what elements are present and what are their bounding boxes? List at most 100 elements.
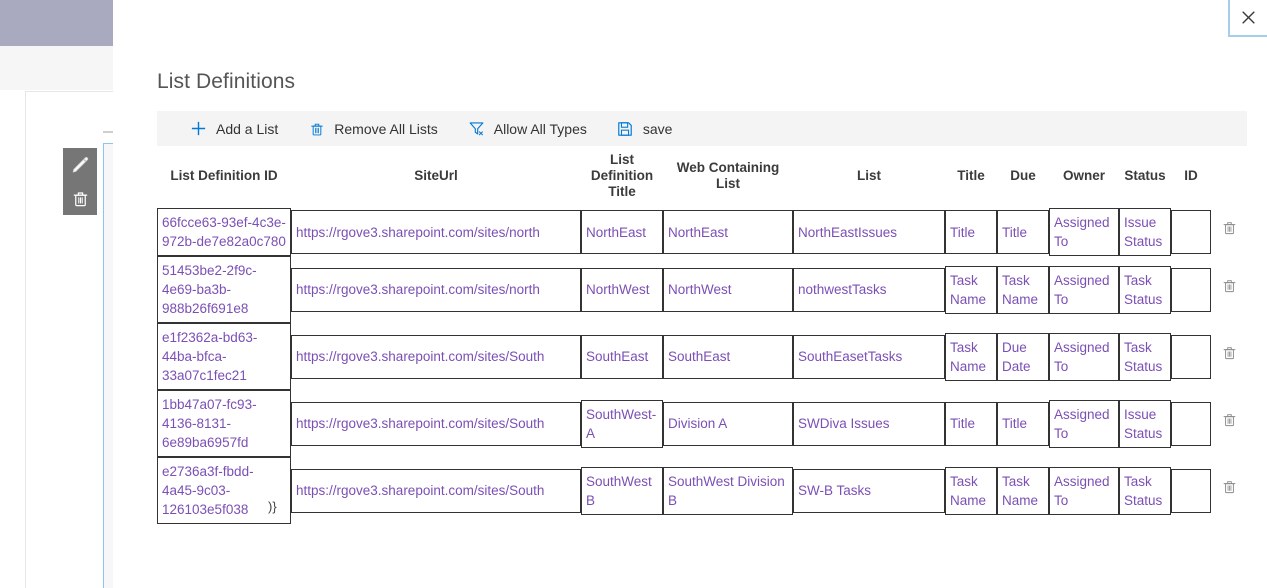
trash-icon[interactable] [71, 189, 90, 208]
title-input[interactable]: Task Name [945, 466, 997, 515]
allow-all-types-label: Allow All Types [493, 120, 587, 137]
id-input[interactable] [1171, 468, 1211, 513]
delete-row-button[interactable] [1214, 335, 1244, 379]
owner-input[interactable]: Assigned To [1049, 332, 1119, 381]
column-header-list-definition-title: List Definition Title [590, 152, 654, 199]
cell-status: Task Status [1119, 323, 1171, 390]
delete-row-button[interactable] [1214, 268, 1244, 312]
due-input[interactable]: Title [997, 401, 1049, 446]
remove-all-lists-label: Remove All Lists [334, 120, 438, 137]
owner-input[interactable]: Assigned To [1049, 466, 1119, 515]
web-containing-list-input[interactable]: NorthEast [663, 210, 793, 254]
cell-web-containing-list: SouthWest Division B [663, 457, 793, 524]
cell-actions [1211, 390, 1247, 457]
owner-input[interactable]: Assigned To [1049, 265, 1119, 314]
save-button[interactable]: save [602, 111, 688, 146]
cell-list-definition-title: NorthWest [581, 256, 663, 323]
status-input[interactable]: Task Status [1119, 466, 1171, 515]
list-definition-id-input[interactable]: 51453be2-2f9c-4e69-ba3b-988b26f691e8 [157, 256, 291, 323]
background-hover-toolbar[interactable] [63, 148, 97, 215]
column-header-due: Due [1010, 168, 1036, 183]
cell-site-url: https://rgove3.sharepoint.com/sites/Sout… [291, 457, 581, 524]
id-input[interactable] [1171, 210, 1211, 254]
trailing-text: )} [268, 499, 277, 514]
title-input[interactable]: Title [945, 401, 997, 446]
due-input[interactable]: Due Date [997, 332, 1049, 381]
cell-owner: Assigned To [1049, 390, 1119, 457]
cell-list: SouthEasetTasks [793, 323, 945, 390]
trash-icon [1223, 222, 1235, 235]
list-definition-title-input[interactable]: SouthWest-A [581, 399, 663, 448]
trash-icon [1223, 346, 1235, 359]
table-row: e2736a3f-fbdd-4a45-9c03-126103e5f038 http… [157, 457, 1247, 524]
title-input[interactable]: Task Name [945, 265, 997, 314]
site-url-input[interactable]: https://rgove3.sharepoint.com/sites/Sout… [291, 401, 581, 446]
status-input[interactable]: Task Status [1119, 332, 1171, 381]
list-input[interactable]: SWDiva Issues [793, 401, 945, 446]
cell-id [1171, 457, 1211, 524]
table-row: 1bb47a07-fc93-4136-8131-6e89ba6957fd http… [157, 390, 1247, 457]
id-input[interactable] [1171, 334, 1211, 379]
list-definition-title-input[interactable]: SouthEast [581, 334, 663, 379]
site-url-input[interactable]: https://rgove3.sharepoint.com/sites/nort… [291, 267, 581, 312]
id-input[interactable] [1171, 267, 1211, 312]
add-a-list-button[interactable]: Add a List [157, 111, 293, 146]
delete-row-button[interactable] [1214, 402, 1244, 446]
cell-site-url: https://rgove3.sharepoint.com/sites/nort… [291, 208, 581, 256]
title-input[interactable]: Task Name [945, 332, 997, 381]
close-button[interactable] [1228, 0, 1267, 37]
cell-site-url: https://rgove3.sharepoint.com/sites/nort… [291, 256, 581, 323]
column-header-title: Title [957, 168, 985, 183]
cell-list: SW-B Tasks [793, 457, 945, 524]
list-definitions-table: List Definition ID SiteUrl List Definiti… [157, 152, 1247, 524]
site-url-input[interactable]: https://rgove3.sharepoint.com/sites/nort… [291, 210, 581, 254]
list-definition-id-input[interactable]: 66fcce63-93ef-4c3e-972b-de7e82a0c780 [157, 208, 291, 256]
title-input[interactable]: Title [945, 210, 997, 254]
allow-all-types-button[interactable]: Allow All Types [453, 111, 602, 146]
status-input[interactable]: Issue Status [1119, 208, 1171, 256]
list-input[interactable]: SouthEasetTasks [793, 334, 945, 379]
list-input[interactable]: nothwestTasks [793, 267, 945, 312]
cell-list-definition-title: SouthWest B [581, 457, 663, 524]
pencil-icon[interactable] [71, 155, 90, 174]
web-containing-list-input[interactable]: Division A [663, 401, 793, 446]
trash-icon [1223, 413, 1235, 426]
site-url-input[interactable]: https://rgove3.sharepoint.com/sites/Sout… [291, 468, 581, 513]
command-bar: Add a List Remove All Lists Allow All Ty… [157, 111, 1247, 146]
list-definition-id-input[interactable]: e1f2362a-bd63-44ba-bfca-33a07c1fec21 [157, 323, 291, 390]
due-input[interactable]: Task Name [997, 265, 1049, 314]
cell-actions [1211, 323, 1247, 390]
site-url-input[interactable]: https://rgove3.sharepoint.com/sites/Sout… [291, 334, 581, 379]
status-input[interactable]: Task Status [1119, 265, 1171, 314]
list-definition-id-input[interactable]: 1bb47a07-fc93-4136-8131-6e89ba6957fd [157, 390, 291, 457]
list-definition-title-input[interactable]: NorthEast [581, 210, 663, 254]
list-definition-title-input[interactable]: NorthWest [581, 267, 663, 312]
list-input[interactable]: NorthEastIssues [793, 210, 945, 254]
delete-row-button[interactable] [1214, 469, 1244, 513]
web-containing-list-input[interactable]: SouthEast [663, 334, 793, 379]
list-definition-title-input[interactable]: SouthWest B [581, 466, 663, 515]
table-row: 66fcce63-93ef-4c3e-972b-de7e82a0c780 http… [157, 208, 1247, 256]
due-input[interactable]: Title [997, 210, 1049, 254]
cell-title: Task Name [945, 457, 997, 524]
cell-web-containing-list: SouthEast [663, 323, 793, 390]
trash-icon [1223, 279, 1235, 292]
status-input[interactable]: Issue Status [1119, 399, 1171, 448]
cell-due: Title [997, 208, 1049, 256]
web-containing-list-input[interactable]: SouthWest Division B [663, 466, 793, 515]
id-input[interactable] [1171, 401, 1211, 446]
cell-actions [1211, 457, 1247, 524]
list-input[interactable]: SW-B Tasks [793, 468, 945, 513]
cell-id [1171, 208, 1211, 256]
remove-all-lists-button[interactable]: Remove All Lists [293, 111, 452, 146]
column-header-site-url: SiteUrl [414, 168, 458, 183]
filter-clear-icon [468, 120, 485, 137]
owner-input[interactable]: Assigned To [1049, 399, 1119, 448]
plus-icon [190, 120, 207, 137]
table-header-row: List Definition ID SiteUrl List Definiti… [157, 152, 1247, 208]
owner-input[interactable]: Assigned To [1049, 208, 1119, 256]
web-containing-list-input[interactable]: NorthWest [663, 267, 793, 312]
delete-row-button[interactable] [1214, 210, 1244, 254]
cell-due: Title [997, 390, 1049, 457]
due-input[interactable]: Task Name [997, 466, 1049, 515]
